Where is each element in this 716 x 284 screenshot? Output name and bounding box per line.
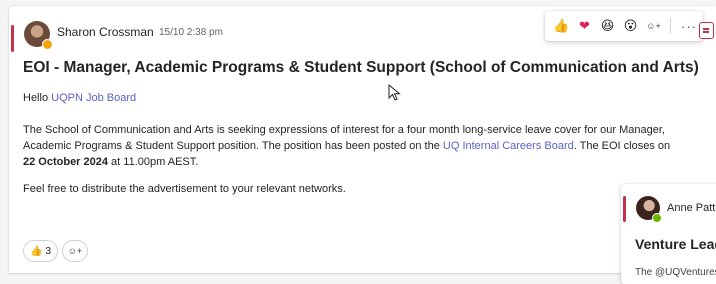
author-name[interactable]: Sharon Crossman — [57, 25, 154, 39]
greeting-text: Hello — [23, 92, 52, 104]
next-post-card[interactable]: Anne Patte Venture Lead The @UQVentures — [621, 184, 716, 284]
presence-away-icon — [42, 39, 53, 50]
body-text: at 11.00pm AEST. — [108, 156, 199, 168]
surprised-icon: 😮 — [623, 18, 638, 33]
heart-reaction-button[interactable]: ❤ — [574, 16, 595, 37]
closing-date: 22 October 2024 — [23, 156, 108, 168]
reaction-count: 3 — [45, 245, 52, 257]
post-subject: EOI - Manager, Academic Programs & Stude… — [23, 59, 699, 76]
closing-text: Feel free to distribute the advertisemen… — [23, 183, 346, 195]
add-reaction-button[interactable]: ☺+ — [62, 240, 89, 262]
thumbs-up-icon: 👍 — [30, 245, 43, 257]
mouse-cursor-icon — [388, 84, 401, 101]
reaction-pill-like[interactable]: 👍 3 — [23, 240, 59, 262]
laugh-reaction-button[interactable]: 😆 — [597, 16, 618, 37]
surprised-reaction-button[interactable]: 😮 — [620, 16, 641, 37]
reaction-row: 👍 3 ☺+ — [23, 240, 89, 262]
greeting: Hello UQPN Job Board — [23, 92, 136, 104]
add-reaction-toolbar-button[interactable]: ☺+ — [643, 16, 664, 37]
post-subject: Venture Lead — [635, 236, 716, 252]
body-text: . The EOI closes on — [573, 140, 671, 152]
more-options-button[interactable]: ··· — [677, 16, 701, 37]
post-body: The School of Communication and Arts is … — [23, 122, 683, 170]
careers-board-link[interactable]: UQ Internal Careers Board — [443, 140, 574, 152]
add-reaction-icon: ☺+ — [646, 21, 661, 31]
post-card: Sharon Crossman 15/10 2:38 pm EOI - Mana… — [9, 6, 716, 273]
add-reaction-icon: ☺+ — [67, 246, 83, 256]
thumbs-up-icon: 👍 — [553, 18, 570, 33]
reaction-toolbar: 👍 ❤ 😆 😮 ☺+ ··· — [545, 11, 703, 41]
laugh-icon: 😆 — [600, 18, 615, 33]
mention-link[interactable]: UQPN Job Board — [51, 92, 136, 104]
more-icon: ··· — [681, 18, 697, 34]
important-accent-bar — [11, 25, 14, 52]
toolbar-divider — [670, 18, 671, 34]
important-accent-bar — [623, 196, 626, 222]
clipboard-icon[interactable] — [699, 22, 714, 39]
author-name[interactable]: Anne Patte — [667, 202, 716, 214]
like-reaction-button[interactable]: 👍 — [551, 16, 572, 37]
presence-available-icon — [652, 213, 662, 223]
heart-icon: ❤ — [579, 18, 590, 33]
timestamp: 15/10 2:38 pm — [159, 27, 223, 38]
